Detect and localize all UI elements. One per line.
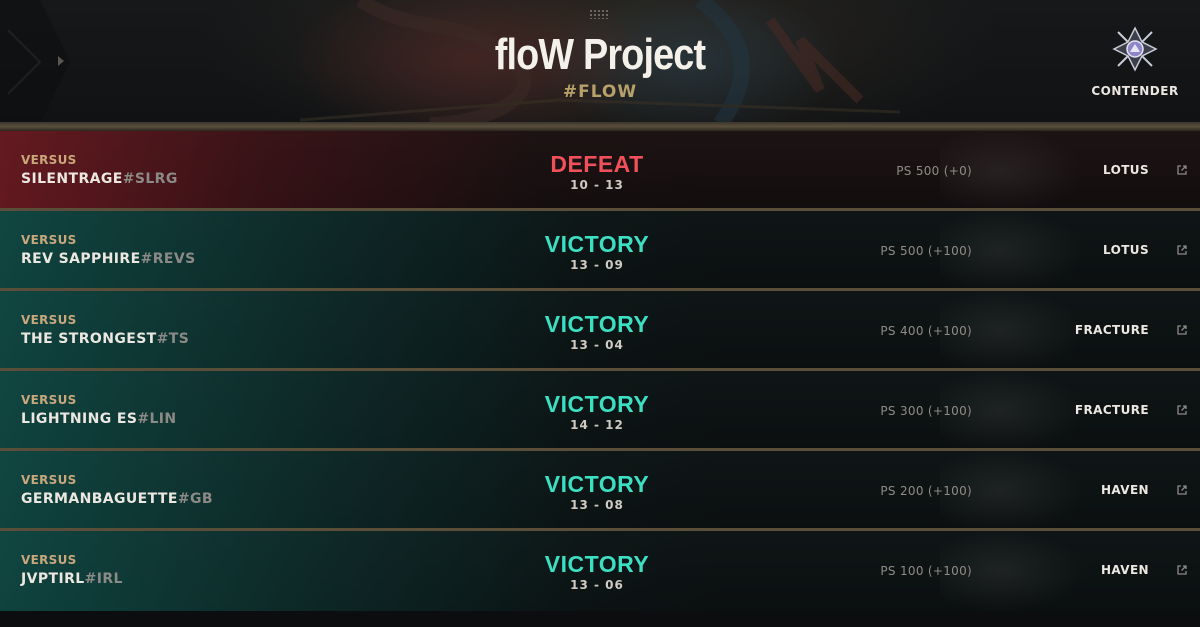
map-thumbnail (940, 451, 1200, 528)
opponent-tag: #IRL (84, 571, 123, 587)
versus-label: VERSUS (21, 153, 77, 167)
premier-score: PS 100 (+100) (880, 564, 972, 578)
map-name: LOTUS (1103, 243, 1149, 257)
map-thumbnail (940, 131, 1200, 208)
opponent-name: THE STRONGEST#TS (21, 331, 189, 347)
rank-badge: CONTENDER (1080, 26, 1190, 98)
chevron-left-icon (58, 56, 64, 66)
opponent-tag: #REVS (140, 251, 196, 267)
opponent-name: SILENTRAGE#SLRG (21, 171, 178, 187)
opponent-name: REV SAPPHIRE#REVS (21, 251, 196, 267)
map-thumbnail (940, 211, 1200, 288)
premier-score: PS 400 (+100) (880, 324, 972, 338)
opponent-team: REV SAPPHIRE (21, 251, 141, 267)
external-link-icon[interactable] (1176, 484, 1188, 496)
external-link-icon[interactable] (1176, 324, 1188, 336)
opponent-name: GERMANBAGUETTE#GB (21, 491, 213, 507)
match-row[interactable]: VERSUS REV SAPPHIRE#REVS VICTORY 13 - 09… (0, 211, 1200, 291)
opponent-name: LIGHTNING ES#LIN (21, 411, 177, 427)
match-row[interactable]: VERSUS SILENTRAGE#SLRG DEFEAT 10 - 13 PS… (0, 131, 1200, 211)
opponent-team: LIGHTNING ES (21, 411, 138, 427)
opponent-team: JVPTIRL (21, 571, 85, 587)
external-link-icon[interactable] (1176, 164, 1188, 176)
external-link-icon[interactable] (1176, 244, 1188, 256)
versus-label: VERSUS (21, 553, 77, 567)
match-row[interactable]: VERSUS THE STRONGEST#TS VICTORY 13 - 04 … (0, 291, 1200, 371)
map-thumbnail (940, 531, 1200, 611)
map-thumbnail (940, 371, 1200, 448)
contender-rank-icon (1112, 26, 1158, 72)
opponent-tag: #SLRG (122, 171, 178, 187)
match-result: VICTORY (544, 551, 650, 577)
header-divider (0, 122, 1200, 131)
premier-score: PS 300 (+100) (880, 404, 972, 418)
map-name: HAVEN (1100, 563, 1149, 577)
opponent-tag: #LIN (137, 411, 177, 427)
map-thumbnail (940, 291, 1200, 368)
match-result: VICTORY (544, 391, 650, 417)
match-row[interactable]: VERSUS GERMANBAGUETTE#GB VICTORY 13 - 08… (0, 451, 1200, 531)
opponent-tag: #GB (177, 491, 213, 507)
team-name: floW Project (494, 30, 706, 79)
map-name: FRACTURE (1074, 323, 1149, 337)
premier-score: PS 200 (+100) (880, 484, 972, 498)
match-result: VICTORY (544, 311, 650, 337)
map-name: HAVEN (1100, 483, 1149, 497)
opponent-team: GERMANBAGUETTE (21, 491, 178, 507)
premier-score: PS 500 (+100) (880, 244, 972, 258)
opponent-tag: #TS (156, 331, 190, 347)
map-name: LOTUS (1103, 163, 1149, 177)
match-result: VICTORY (544, 471, 650, 497)
external-link-icon[interactable] (1176, 404, 1188, 416)
match-score: 14 - 12 (570, 418, 624, 432)
opponent-team: SILENTRAGE (21, 171, 123, 187)
team-header: floW Project #FLOW CONTENDER (0, 0, 1200, 124)
match-row[interactable]: VERSUS JVPTIRL#IRL VICTORY 13 - 06 PS 10… (0, 531, 1200, 611)
versus-label: VERSUS (21, 313, 77, 327)
match-score: 13 - 08 (570, 498, 624, 512)
opponent-team: THE STRONGEST (21, 331, 157, 347)
external-link-icon[interactable] (1176, 564, 1188, 576)
versus-label: VERSUS (21, 233, 77, 247)
match-score: 13 - 06 (570, 578, 624, 592)
opponent-name: JVPTIRL#IRL (21, 571, 123, 587)
header-dots-decoration (589, 9, 609, 19)
versus-label: VERSUS (21, 393, 77, 407)
match-result: DEFEAT (550, 151, 644, 177)
match-row[interactable]: VERSUS LIGHTNING ES#LIN VICTORY 14 - 12 … (0, 371, 1200, 451)
match-score: 13 - 09 (570, 258, 624, 272)
premier-score: PS 500 (+0) (896, 164, 972, 178)
team-tag: #FLOW (562, 82, 638, 102)
match-score: 13 - 04 (570, 338, 624, 352)
map-name: FRACTURE (1074, 403, 1149, 417)
match-result: VICTORY (544, 231, 650, 257)
versus-label: VERSUS (21, 473, 77, 487)
match-history-list: VERSUS SILENTRAGE#SLRG DEFEAT 10 - 13 PS… (0, 131, 1200, 611)
match-score: 10 - 13 (570, 178, 624, 192)
rank-label: CONTENDER (1091, 84, 1179, 98)
